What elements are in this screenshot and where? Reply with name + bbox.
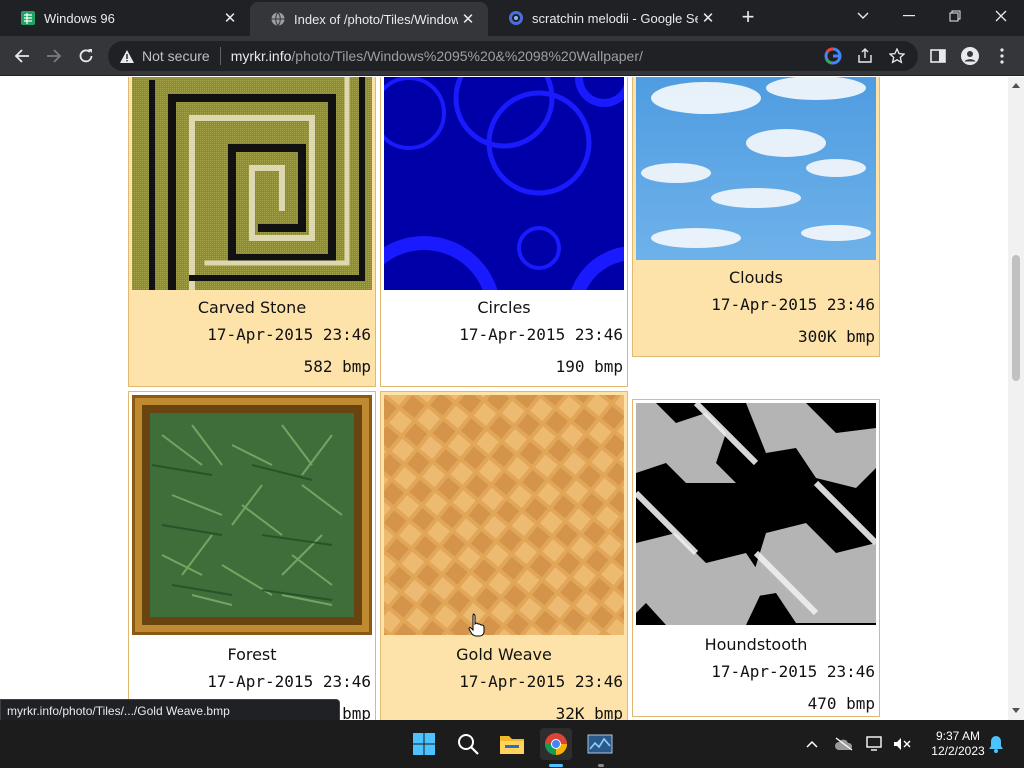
file-card[interactable]: Clouds 17-Apr-2015 23:46 300K bmp (632, 77, 880, 357)
file-explorer-icon[interactable] (496, 728, 528, 760)
tab-google-search[interactable]: scratchin melodii - Google Search ✕ (488, 0, 728, 36)
file-size: 190 bmp (555, 357, 623, 376)
hand-cursor-icon (468, 613, 486, 642)
tile-thumbnail-houndstooth[interactable] (636, 403, 876, 625)
file-name[interactable]: Houndstooth (633, 635, 879, 654)
profile-icon[interactable] (958, 44, 982, 68)
file-date: 17-Apr-2015 23:46 (711, 662, 875, 681)
tile-thumbnail-carved-stone[interactable] (132, 77, 372, 290)
security-label[interactable]: Not secure (142, 48, 210, 64)
tile-thumbnail-circles[interactable] (384, 77, 624, 290)
tile-thumbnail-forest[interactable] (132, 395, 372, 635)
running-app-indicator (598, 764, 604, 767)
tab-title: Index of /photo/Tiles/Windows 9 (294, 11, 458, 27)
file-name[interactable]: Forest (129, 645, 375, 664)
file-date: 17-Apr-2015 23:46 (207, 672, 371, 691)
new-tab-button[interactable]: + (736, 4, 760, 30)
file-size: 32K bmp (555, 704, 623, 720)
close-window-button[interactable] (978, 0, 1024, 32)
tab-strip: Windows 96 ✕ Index of /photo/Tiles/Windo… (0, 0, 1024, 36)
tab-title: scratchin melodii - Google Search (532, 10, 698, 26)
file-date: 17-Apr-2015 23:46 (711, 295, 875, 314)
tab-index-of-tiles[interactable]: Index of /photo/Tiles/Windows 9 ✕ (250, 2, 488, 36)
minimize-button[interactable] (886, 0, 932, 32)
close-tab-icon[interactable]: ✕ (458, 9, 478, 29)
share-icon[interactable] (856, 47, 874, 65)
restore-button[interactable] (932, 0, 978, 32)
url-path: /photo/Tiles/Windows%2095%20&%2098%20Wal… (291, 48, 643, 64)
start-icon[interactable] (408, 728, 440, 760)
file-card[interactable]: Forest 17-Apr-2015 23:46 bmp (128, 391, 376, 720)
chrome-icon[interactable] (540, 728, 572, 760)
url-host: myrkr.info (230, 48, 292, 64)
globe-icon (270, 11, 286, 27)
task-manager-icon[interactable] (584, 728, 616, 760)
tile-thumbnail-gold-weave[interactable] (384, 395, 624, 635)
network-icon[interactable] (866, 734, 886, 754)
file-size: bmp (342, 704, 371, 720)
active-app-indicator (549, 764, 563, 767)
spreadsheet-icon (20, 10, 36, 26)
more-menu-icon[interactable] (990, 44, 1014, 68)
search-icon[interactable] (452, 728, 484, 760)
tab-search-icon[interactable] (840, 0, 886, 32)
forward-button[interactable] (38, 40, 70, 72)
warning-icon[interactable] (118, 47, 136, 65)
file-size: 300K bmp (797, 327, 875, 346)
scroll-up-icon[interactable] (1012, 83, 1020, 88)
cloud-offline-icon[interactable] (834, 734, 854, 754)
file-date: 17-Apr-2015 23:46 (207, 325, 371, 344)
address-bar[interactable]: Not secure myrkr.info/photo/Tiles/Window… (108, 41, 918, 71)
bookmark-star-icon[interactable] (888, 47, 906, 65)
file-card[interactable]: Circles 17-Apr-2015 23:46 190 bmp (380, 77, 628, 387)
file-card[interactable]: Houndstooth 17-Apr-2015 23:46 470 bmp (632, 399, 880, 717)
omnibox-divider (219, 47, 221, 65)
google-lens-icon[interactable] (824, 47, 842, 65)
file-name[interactable]: Circles (381, 298, 627, 317)
back-button[interactable] (6, 40, 38, 72)
tab-windows-96[interactable]: Windows 96 ✕ (0, 0, 250, 36)
file-card[interactable]: Carved Stone 17-Apr-2015 23:46 582 bmp (128, 77, 376, 387)
file-card[interactable]: Gold Weave 17-Apr-2015 23:46 32K bmp (380, 391, 628, 720)
reload-button[interactable] (70, 40, 102, 72)
file-name[interactable]: Clouds (633, 268, 879, 287)
show-hidden-icons-icon[interactable] (802, 734, 822, 754)
page-scrollbar[interactable] (1008, 77, 1024, 720)
file-name[interactable]: Carved Stone (129, 298, 375, 317)
close-tab-icon[interactable]: ✕ (698, 8, 718, 28)
link-status-bubble: myrkr.info/photo/Tiles/.../Gold Weave.bm… (0, 699, 340, 721)
close-tab-icon[interactable]: ✕ (220, 8, 240, 28)
side-panel-icon[interactable] (926, 44, 950, 68)
scroll-down-icon[interactable] (1012, 708, 1020, 713)
file-date: 17-Apr-2015 23:46 (459, 325, 623, 344)
file-date: 17-Apr-2015 23:46 (459, 672, 623, 691)
file-name[interactable]: Gold Weave (381, 645, 627, 664)
tile-thumbnail-clouds[interactable] (636, 77, 876, 260)
notification-bell-icon[interactable] (986, 734, 1006, 754)
tab-title: Windows 96 (44, 10, 115, 26)
browser-toolbar: Not secure myrkr.info/photo/Tiles/Window… (0, 36, 1024, 76)
file-size: 470 bmp (807, 694, 875, 713)
windows-taskbar: 9:37 AM 12/2/2023 (0, 720, 1024, 768)
file-size: 582 bmp (303, 357, 371, 376)
volume-muted-icon[interactable] (892, 734, 912, 754)
google-icon (508, 10, 524, 26)
page-content: Carved Stone 17-Apr-2015 23:46 582 bmp C… (0, 77, 1008, 720)
scrollbar-thumb[interactable] (1012, 255, 1020, 381)
